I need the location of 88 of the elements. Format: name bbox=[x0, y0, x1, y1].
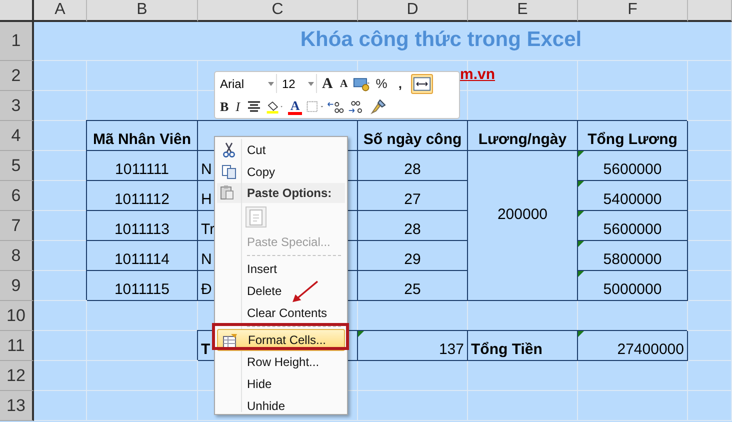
table-cell: 5600000 bbox=[578, 211, 688, 241]
row-header[interactable]: 8 bbox=[0, 241, 34, 271]
copy-icon bbox=[221, 164, 237, 180]
font-size-dropdown[interactable]: 12 bbox=[280, 74, 317, 93]
table-cell bbox=[688, 181, 732, 211]
table-cell: 1011115 bbox=[87, 271, 198, 301]
table-cell bbox=[688, 361, 732, 391]
table-cell: 200000 bbox=[468, 151, 578, 301]
format-painter-icon[interactable] bbox=[369, 98, 388, 114]
table-cell bbox=[688, 331, 732, 361]
table-cell: 25 bbox=[358, 271, 468, 301]
menu-item[interactable]: Delete bbox=[217, 280, 345, 302]
merge-center-icon[interactable] bbox=[410, 74, 433, 94]
table-cell bbox=[34, 301, 87, 331]
row-header[interactable]: 1 bbox=[0, 22, 34, 61]
shrink-font-button[interactable]: A bbox=[338, 74, 350, 92]
font-color-button[interactable]: A bbox=[287, 98, 304, 114]
table-cell bbox=[688, 151, 732, 181]
table-cell bbox=[688, 61, 732, 91]
column-header[interactable]: E bbox=[468, 0, 578, 22]
table-cell: 1011111 bbox=[87, 151, 198, 181]
row-header[interactable]: 11 bbox=[0, 331, 34, 361]
table-cell bbox=[688, 391, 732, 421]
row-header[interactable]: 9 bbox=[0, 271, 34, 301]
table-cell: 27400000 bbox=[578, 331, 688, 361]
table-cell: 137 bbox=[358, 331, 468, 361]
table-cell: 5400000 bbox=[578, 181, 688, 211]
table-cell bbox=[688, 211, 732, 241]
table-cell bbox=[34, 91, 87, 121]
fill-color-icon[interactable] bbox=[266, 98, 284, 114]
menu-item[interactable]: Clear Contents bbox=[217, 302, 345, 324]
row-header[interactable]: 2 bbox=[0, 61, 34, 91]
table-cell: 1011113 bbox=[87, 211, 198, 241]
table-cell: 28 bbox=[358, 151, 468, 181]
scissors-icon bbox=[221, 142, 237, 158]
select-all-corner[interactable] bbox=[0, 0, 34, 22]
menu-section-header: Paste Options: bbox=[247, 186, 332, 200]
format-cells-icon bbox=[222, 333, 238, 349]
column-header[interactable]: D bbox=[358, 0, 468, 22]
row-header[interactable]: 7 bbox=[0, 211, 34, 241]
table-cell bbox=[34, 331, 87, 361]
column-header[interactable] bbox=[688, 0, 732, 22]
table-cell bbox=[34, 61, 87, 91]
table-cell: 27 bbox=[358, 181, 468, 211]
column-heading: Mã Nhân Viên bbox=[87, 121, 198, 151]
table-cell bbox=[688, 271, 732, 301]
row-header[interactable]: 10 bbox=[0, 301, 34, 331]
column-heading: Số ngày công bbox=[358, 121, 468, 151]
table-cell bbox=[688, 241, 732, 271]
row-header[interactable]: 13 bbox=[0, 391, 34, 421]
column-header[interactable]: F bbox=[578, 0, 688, 22]
column-header[interactable]: B bbox=[87, 0, 198, 22]
table-cell: 5800000 bbox=[578, 241, 688, 271]
grow-font-button[interactable]: A bbox=[320, 74, 335, 92]
menu-item[interactable]: Hide bbox=[217, 373, 345, 395]
table-cell: 1011112 bbox=[87, 181, 198, 211]
pointer-arrow bbox=[290, 280, 320, 304]
row-header[interactable]: 6 bbox=[0, 181, 34, 211]
table-cell: 29 bbox=[358, 241, 468, 271]
table-cell bbox=[34, 391, 87, 421]
caret-icon bbox=[308, 82, 314, 86]
sheet-title: Khóa công thức trong Excel bbox=[34, 22, 732, 61]
column-heading: Tổng Lương bbox=[578, 121, 688, 151]
table-cell: 5600000 bbox=[578, 151, 688, 181]
caret-icon bbox=[268, 82, 274, 86]
row-header[interactable]: 12 bbox=[0, 361, 34, 391]
money-icon[interactable] bbox=[352, 76, 371, 92]
row-header[interactable]: 4 bbox=[0, 121, 34, 151]
bold-button[interactable]: B bbox=[218, 98, 231, 116]
table-cell: Tổng Tiền bbox=[468, 331, 578, 361]
column-header[interactable]: C bbox=[198, 0, 358, 22]
table-cell: 28 bbox=[358, 211, 468, 241]
comma-button[interactable]: , bbox=[392, 74, 408, 92]
row-header[interactable]: 3 bbox=[0, 91, 34, 121]
table-cell: 5000000 bbox=[578, 271, 688, 301]
menu-item[interactable]: Unhide bbox=[217, 395, 345, 417]
percent-button[interactable]: % bbox=[374, 74, 390, 92]
table-cell bbox=[688, 121, 732, 151]
table-cell bbox=[688, 91, 732, 121]
column-header[interactable]: A bbox=[34, 0, 87, 22]
row-header[interactable]: 5 bbox=[0, 151, 34, 181]
table-cell: 1011114 bbox=[87, 241, 198, 271]
table-cell bbox=[688, 301, 732, 331]
table-cell bbox=[34, 361, 87, 391]
italic-button[interactable]: I bbox=[234, 98, 242, 116]
column-heading: Lương/ngày bbox=[468, 121, 578, 151]
menu-item[interactable]: Copy bbox=[217, 161, 345, 183]
font-dropdown[interactable]: Arial bbox=[218, 74, 277, 93]
